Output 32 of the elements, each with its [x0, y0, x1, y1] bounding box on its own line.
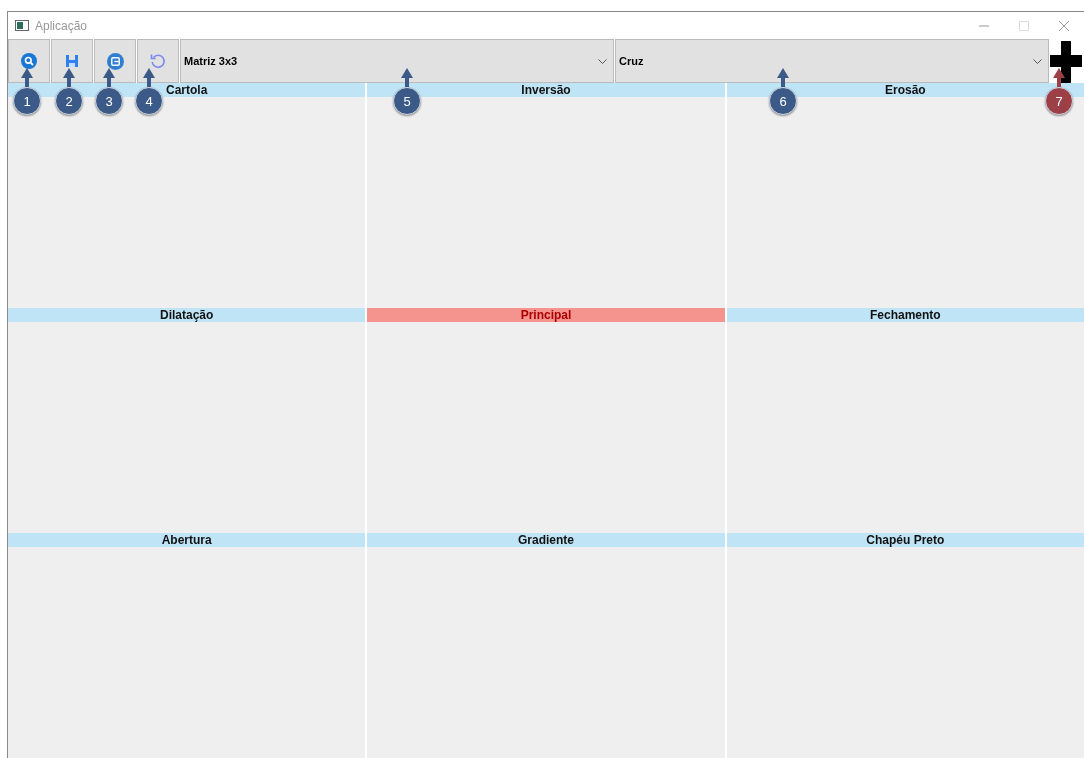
arrow-icon	[777, 68, 789, 87]
export-button[interactable]	[94, 39, 136, 83]
arrow-icon	[401, 68, 413, 87]
arrow-icon	[21, 68, 33, 87]
window-title: Aplicação	[35, 18, 88, 33]
panel-title: Principal	[367, 308, 725, 322]
undo-icon	[149, 52, 167, 70]
chevron-icon	[598, 58, 607, 64]
panel-title: Chapéu Preto	[726, 533, 1084, 547]
chevron-icon	[1033, 58, 1042, 64]
save-icon	[65, 54, 79, 68]
close-icon	[1059, 20, 1069, 31]
arrow-icon	[143, 68, 155, 87]
maximize-icon	[1019, 20, 1029, 31]
undo-button[interactable]	[137, 39, 179, 83]
export-icon	[106, 52, 124, 70]
panel-title: Dilatação	[8, 308, 366, 322]
search-icon	[21, 53, 37, 69]
arrow-icon	[1053, 68, 1065, 87]
cross-icon	[1050, 39, 1082, 83]
panel-title: Fechamento	[726, 308, 1084, 322]
search-button[interactable]	[8, 39, 50, 83]
dropdown[interactable]: Cruz	[615, 39, 1049, 83]
arrow-icon	[63, 68, 75, 87]
app-icon	[15, 20, 29, 31]
dropdown[interactable]: Matriz 3x3	[180, 39, 614, 83]
panel-title: Abertura	[8, 533, 366, 547]
save-button[interactable]	[51, 39, 93, 83]
arrow-icon	[103, 68, 115, 87]
panel-title: Erosão	[726, 83, 1084, 97]
panel-title: Gradiente	[367, 533, 725, 547]
panel-title: Inversão	[367, 83, 725, 97]
